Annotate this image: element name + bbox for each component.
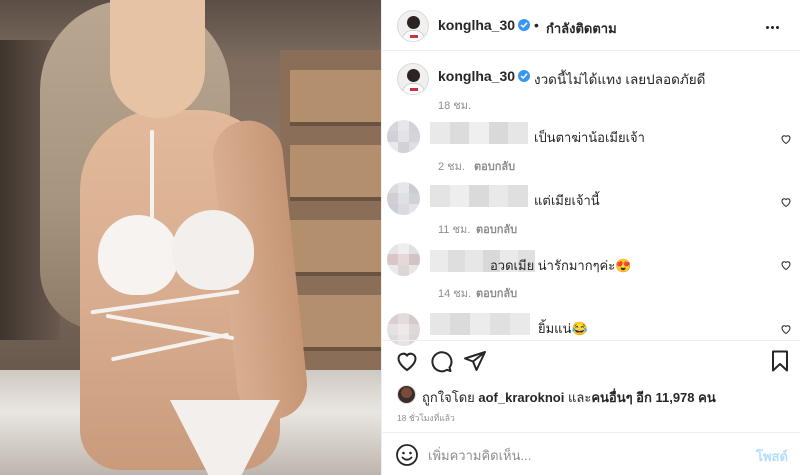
comment-text: ยิ้มแน่😂 — [538, 321, 588, 336]
comment-time[interactable]: 14 ชม. — [438, 284, 471, 302]
caption-avatar[interactable] — [397, 63, 429, 95]
reply-button[interactable]: ตอบกลับ — [476, 220, 517, 238]
liked-by-prefix: ถูกใจโดย — [422, 390, 475, 405]
caption-text: งวดนี้ไม่ได้แทง เลยปลอดภัยดี — [534, 72, 706, 87]
avatar[interactable] — [397, 385, 416, 404]
caption-username[interactable]: konglha_30 — [438, 68, 515, 84]
comment-time[interactable]: 2 ชม. — [438, 157, 465, 175]
post-header: konglha_30 • กำลังติดตาม — [382, 0, 800, 51]
bookmark-icon[interactable] — [768, 349, 792, 373]
blurred-username[interactable] — [430, 122, 528, 144]
liked-by-text[interactable]: ถูกใจโดย aof_kraroknoi และคนอื่นๆ อีก 11… — [422, 387, 716, 408]
reply-button[interactable]: ตอบกลับ — [474, 157, 515, 175]
blurred-username[interactable] — [430, 185, 528, 207]
verified-badge-icon — [518, 70, 530, 82]
comments-panel: konglha_30 • กำลังติดตาม konglha_30 งวดน… — [381, 0, 800, 475]
header-separator: • — [534, 17, 539, 33]
heart-icon[interactable] — [395, 349, 419, 373]
heart-icon[interactable] — [780, 133, 792, 145]
post-button[interactable]: โพสต์ — [756, 446, 788, 467]
following-button[interactable]: กำลังติดตาม — [546, 18, 617, 39]
caption-time[interactable]: 18 ชม. — [438, 96, 471, 114]
post-photo[interactable] — [0, 0, 381, 475]
comment-text: แต่เมียเจ้านี้ — [534, 193, 600, 208]
comment-text: เป็นตาฆ่าน้อเมียเจ้า — [534, 130, 645, 145]
liked-by: ถูกใจโดย aof_kraroknoi และคนอื่นๆ อีก 11… — [382, 381, 800, 409]
heart-icon[interactable] — [780, 259, 792, 271]
emoji-icon[interactable] — [395, 443, 419, 467]
liked-by-user[interactable]: aof_kraroknoi — [478, 390, 564, 405]
avatar[interactable] — [397, 10, 429, 42]
comment-icon[interactable] — [429, 349, 453, 373]
photo-face — [110, 0, 205, 118]
photo-strap — [150, 130, 154, 220]
comment-time[interactable]: 11 ชม. — [438, 220, 470, 238]
photo-top-left — [98, 215, 178, 295]
comment-avatar[interactable] — [387, 243, 420, 276]
verified-badge-icon — [518, 19, 530, 31]
comment-text: อวดเมีย น่ารักมากๆค่ะ😍 — [490, 258, 632, 273]
photo-top-right — [172, 210, 254, 290]
liked-by-middle: และ — [567, 390, 592, 405]
header-username[interactable]: konglha_30 — [438, 17, 515, 33]
comment-avatar[interactable] — [387, 120, 420, 153]
comment-input[interactable] — [428, 444, 748, 466]
comment-composer: โพสต์ — [382, 432, 800, 475]
heart-icon[interactable] — [780, 196, 792, 208]
share-icon[interactable] — [463, 349, 487, 373]
blurred-username[interactable] — [430, 313, 533, 335]
liked-by-others[interactable]: คนอื่นๆ อีก 11,978 คน — [591, 390, 715, 405]
comment-avatar[interactable] — [387, 182, 420, 215]
more-icon[interactable] — [766, 16, 788, 36]
heart-icon[interactable] — [780, 323, 792, 335]
post-time-ago[interactable]: 18 ชั่วโมงที่แล้ว — [397, 411, 455, 425]
reply-button[interactable]: ตอบกลับ — [476, 284, 517, 302]
action-bar — [382, 340, 800, 380]
